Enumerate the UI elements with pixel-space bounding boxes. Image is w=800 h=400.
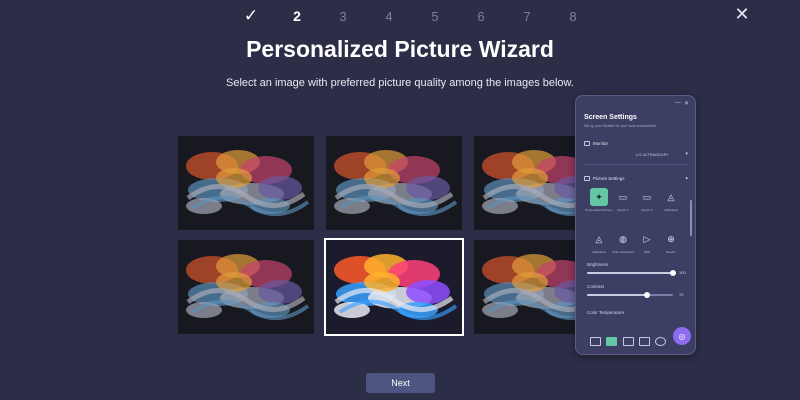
step-7: 7 (523, 8, 531, 24)
settings-icon[interactable] (655, 336, 666, 346)
calibration-icon: ◬ (667, 191, 675, 202)
mode-color-weakness[interactable]: ◍ Color Weakness (611, 230, 635, 262)
image-option-2[interactable] (326, 136, 462, 230)
reader-icon: ⊕ (667, 233, 675, 244)
monitor-icon (584, 141, 590, 146)
monitor-section: Monitor (584, 141, 608, 146)
mode-reader[interactable]: ⊕ Reader (659, 230, 683, 262)
minimize-icon[interactable]: — (675, 100, 681, 106)
panel-scrollbar[interactable] (690, 200, 692, 236)
monitor-section-label: Monitor (593, 141, 609, 146)
step-5: 5 (431, 8, 439, 24)
contrast-knob[interactable] (644, 292, 651, 298)
step-3: 3 (339, 8, 347, 24)
abstract-swirl-image (326, 240, 462, 334)
panel-bottom-bar (590, 334, 666, 348)
chevron-down-icon[interactable]: ▾ (685, 151, 688, 157)
sparkle-icon: ✦ (590, 188, 608, 206)
page-subtitle: Select an image with preferred picture q… (226, 77, 574, 89)
monitor-icon[interactable] (590, 336, 601, 346)
gamepad-icon: ▭ (642, 191, 652, 202)
page-title: Personalized Picture Wizard (246, 36, 554, 62)
mode-personalized-picture[interactable]: ✦ Personalized Picture (585, 188, 613, 220)
color-weakness-icon: ◍ (619, 233, 627, 244)
picture-settings-section[interactable]: Picture Settings (584, 176, 625, 181)
monitor-name: LG ULTRAGEAR+ (636, 152, 669, 157)
divider (584, 164, 688, 165)
next-button[interactable]: Next (366, 373, 435, 393)
panel-title: Screen Settings (584, 114, 637, 121)
mode-gamer-2[interactable]: ▭ Gamer 2 (635, 188, 659, 220)
abstract-swirl-image (178, 136, 314, 230)
image-option-4[interactable] (178, 240, 314, 334)
hdr-icon: ▷ (643, 233, 651, 244)
contrast-fill (587, 294, 648, 296)
brightness-knob[interactable] (670, 270, 676, 276)
picture-icon[interactable] (606, 336, 618, 346)
mode-hdr[interactable]: ▷ HDR (635, 230, 659, 262)
contrast-slider[interactable] (587, 292, 673, 298)
mode-gamer-1[interactable]: ▭ Gamer 1 (611, 188, 635, 220)
mode-calibration-2[interactable]: ◬ Calibration (587, 230, 611, 262)
screen-settings-panel: — ✕ Screen Settings Set up your Monitor … (575, 95, 696, 355)
step-indicator: ✓ 2 3 4 5 6 7 8 (228, 6, 596, 26)
picture-icon (584, 176, 590, 181)
brightness-label: Brightness (587, 262, 609, 267)
contrast-label: Contrast (587, 284, 605, 289)
abstract-swirl-image (178, 240, 314, 334)
step-1-check-icon: ✓ (243, 6, 259, 25)
brightness-value: 100 (679, 270, 686, 275)
mode-calibration[interactable]: ◬ Calibration (659, 188, 683, 220)
step-6: 6 (477, 8, 485, 24)
step-4: 4 (385, 8, 393, 24)
video-icon[interactable] (638, 336, 650, 346)
chevron-up-icon[interactable]: ▴ (685, 175, 688, 181)
color-temperature-label: Color Temperature (587, 310, 625, 315)
assistant-icon[interactable]: ◎ (673, 327, 691, 345)
screen-icon[interactable] (622, 336, 634, 346)
image-option-1[interactable] (178, 136, 314, 230)
image-grid (178, 136, 610, 336)
close-icon[interactable]: ✕ (732, 4, 752, 24)
picture-mode-grid: ✦ Personalized Picture ▭ Gamer 1 ▭ Gamer… (585, 188, 683, 262)
calibration-icon: ◬ (595, 233, 603, 244)
step-2: 2 (293, 8, 301, 24)
panel-subtitle: Set up your Monitor for your work enviro… (584, 124, 657, 128)
step-8: 8 (569, 8, 577, 24)
image-option-5[interactable] (324, 238, 464, 336)
picture-settings-label: Picture Settings (593, 176, 625, 181)
brightness-slider[interactable] (587, 270, 676, 276)
abstract-swirl-image (326, 136, 462, 230)
contrast-value: 70 (679, 292, 684, 297)
panel-close-icon[interactable]: ✕ (684, 100, 689, 107)
brightness-fill (587, 272, 673, 274)
gamepad-icon: ▭ (618, 191, 628, 202)
